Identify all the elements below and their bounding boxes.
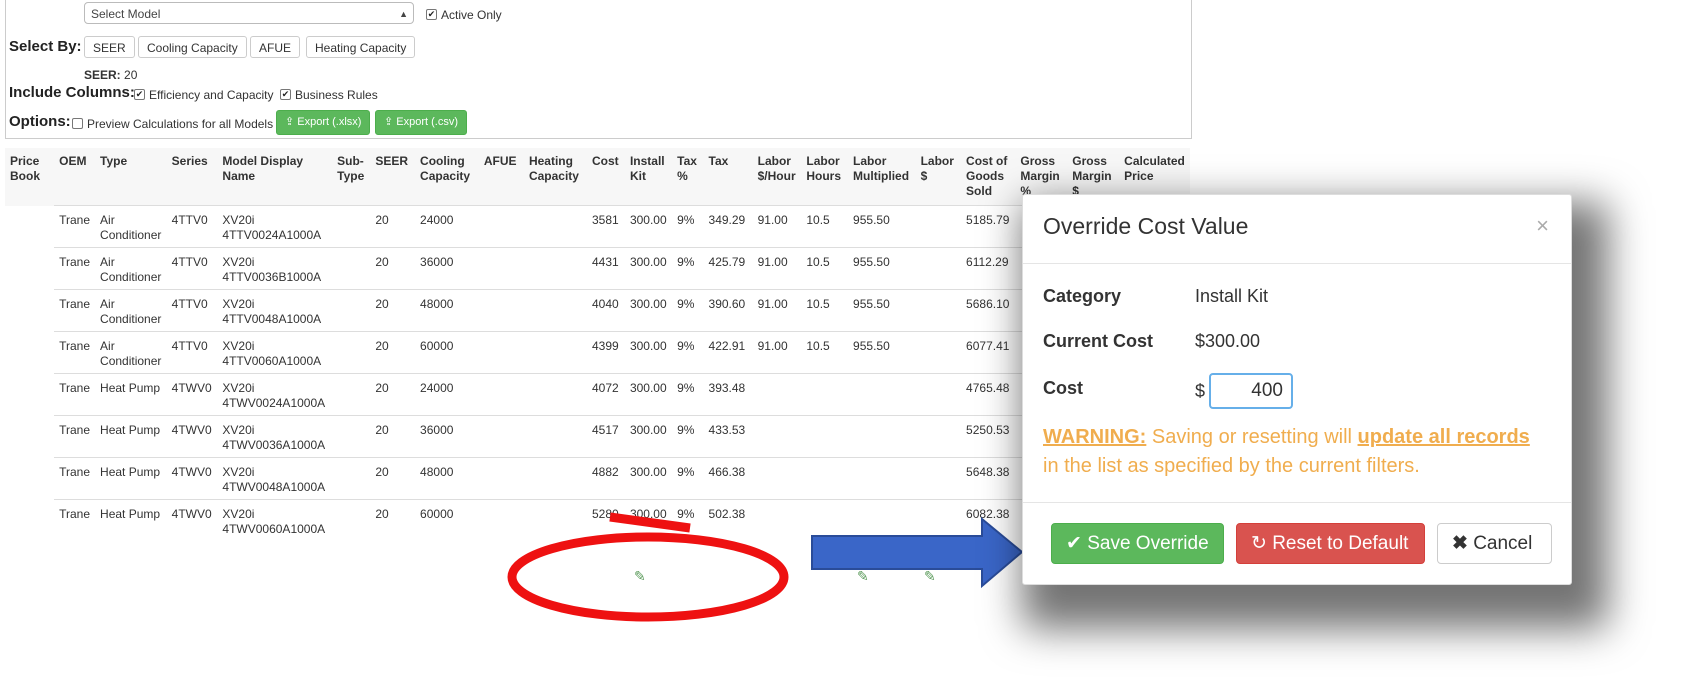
reset-default-button[interactable]: ↻ Reset to Default [1236, 523, 1425, 564]
refresh-icon: ↻ [1251, 533, 1267, 554]
reset-default-label: Reset to Default [1272, 533, 1409, 554]
cancel-label: Cancel [1473, 533, 1533, 554]
override-cost-modal: Override Cost Value × Category Install K… [1022, 194, 1572, 585]
current-cost-value: $300.00 [1195, 331, 1261, 351]
warning-text-1: Saving or resetting will [1146, 426, 1358, 448]
cost-label: Cost [1043, 378, 1083, 398]
warning-emphasis: update all records [1357, 426, 1530, 448]
modal-close-icon[interactable]: × [1536, 213, 1549, 239]
category-value: Install Kit [1195, 286, 1269, 306]
override-warning: WARNING: Saving or resetting will update… [1043, 423, 1543, 481]
warning-prefix: WARNING: [1043, 426, 1147, 448]
category-label: Category [1043, 286, 1122, 306]
annotation-blue-arrow [811, 516, 1024, 589]
cancel-button[interactable]: ✖ Cancel [1437, 523, 1552, 564]
warning-text-2: in the list as specified by the current … [1043, 455, 1420, 477]
cost-currency-symbol: $ [1195, 381, 1206, 401]
current-cost-label: Current Cost [1043, 331, 1154, 351]
check-icon: ✔ [1066, 533, 1082, 554]
annotation-red-ellipse [507, 532, 789, 622]
modal-title: Override Cost Value [1043, 213, 1249, 239]
modal-footer-divider [1023, 502, 1571, 503]
modal-header-divider [1023, 263, 1571, 264]
save-override-label: Save Override [1087, 533, 1209, 554]
annotation-red-tail [609, 512, 691, 533]
cost-input[interactable]: 400 [1209, 373, 1293, 409]
close-icon: ✖ [1452, 533, 1468, 554]
save-override-button[interactable]: ✔ Save Override [1051, 523, 1224, 564]
